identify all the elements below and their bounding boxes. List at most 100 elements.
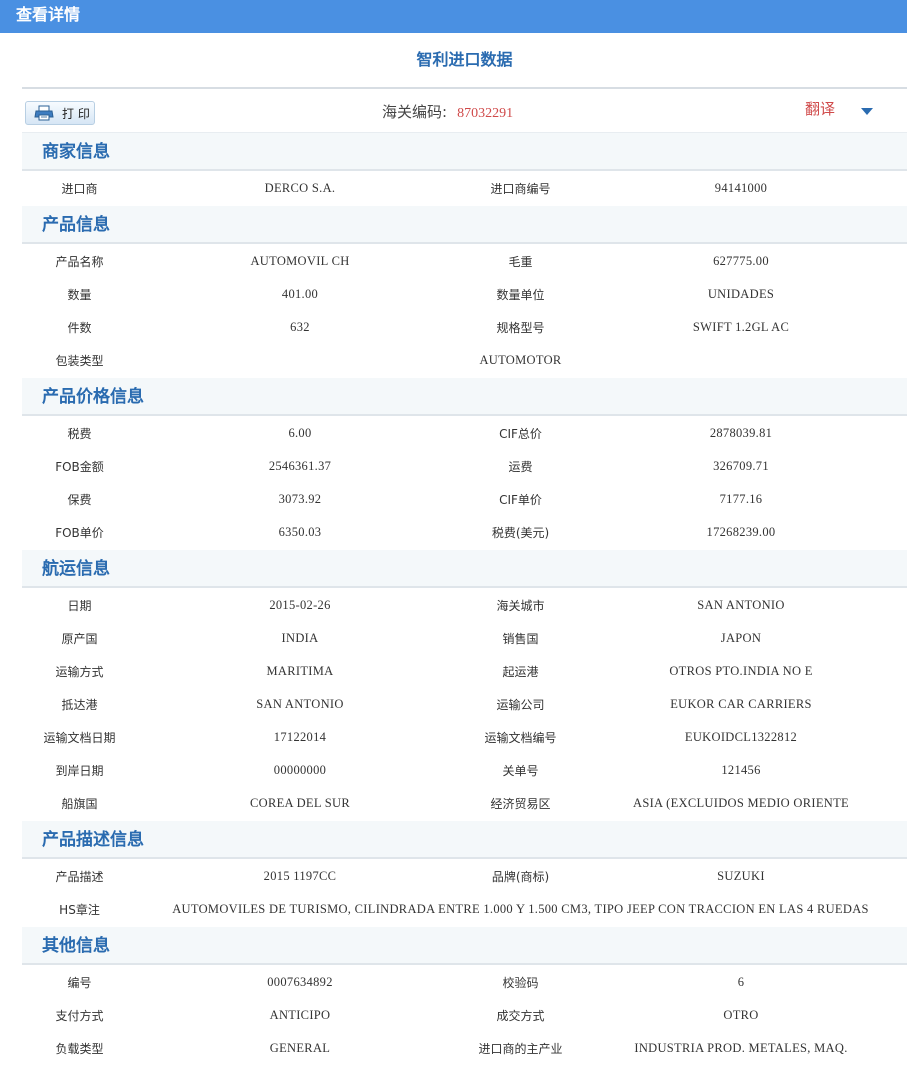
field-value: 3073.92 — [278, 492, 322, 506]
field-label: 规格型号 — [496, 321, 545, 335]
field-label: 运输文档日期 — [43, 731, 116, 745]
field-label: 件数 — [67, 321, 92, 335]
field-value: EUKOIDCL1322812 — [684, 730, 798, 744]
field-value: DERCO S.A. — [264, 181, 336, 195]
section-product-rows: 产品名称 AUTOMOVIL CH 毛重 627775.00 数量 401.00… — [22, 244, 907, 378]
field-value: SAN ANTONIO — [697, 598, 785, 612]
field-value: 7177.16 — [719, 492, 763, 506]
table-row: 船旗国 COREA DEL SUR 经济贸易区 ASIA (EXCLUIDOS … — [22, 787, 907, 820]
section-merchant-rows: 进口商 DERCO S.A. 进口商编号 94141000 — [22, 171, 907, 206]
translate-dropdown-caret-icon[interactable] — [861, 108, 873, 115]
field-value: INDIA — [281, 631, 319, 645]
table-row: 抵达港 SAN ANTONIO 运输公司 EUKOR CAR CARRIERS — [22, 688, 907, 721]
field-value: AUTOMOVILES DE TURISMO, CILINDRADA ENTRE… — [172, 902, 869, 916]
window-titlebar: 查看详情 — [0, 0, 907, 33]
field-value: UNIDADES — [707, 287, 775, 301]
field-value: 2546361.37 — [268, 459, 332, 473]
field-value: SWIFT 1.2GL AC — [692, 320, 790, 334]
field-value: 2015 1197CC — [263, 869, 337, 883]
field-label: 经济贸易区 — [490, 797, 551, 811]
field-value: 6350.03 — [278, 525, 322, 539]
field-value: ASIA (EXCLUIDOS MEDIO ORIENTE — [633, 796, 849, 810]
section-price-rows: 税费 6.00 CIF总价 2878039.81 FOB金额 2546361.3… — [22, 416, 907, 550]
field-value: JAPON — [720, 631, 762, 645]
table-row: 原产国 INDIA 销售国 JAPON — [22, 622, 907, 655]
table-row: 负载类型 GENERAL 进口商的主产业 INDUSTRIA PROD. MET… — [22, 1032, 907, 1065]
field-value: 00000000 — [273, 763, 327, 777]
field-label: 产品名称 — [55, 255, 104, 269]
field-value: SUZUKI — [717, 869, 765, 883]
table-row: 产品描述 2015 1197CC 品牌(商标) SUZUKI — [22, 860, 907, 893]
field-label: FOB单价 — [55, 526, 104, 540]
print-button[interactable]: 打 印 — [25, 101, 95, 125]
field-value: AUTOMOVIL CH — [250, 254, 350, 268]
field-value: MARITIMA — [266, 664, 334, 678]
field-label: 成交方式 — [496, 1009, 545, 1023]
field-label: FOB金额 — [55, 460, 104, 474]
field-label: 编号 — [67, 976, 92, 990]
field-value: AUTOMOTOR — [479, 353, 562, 367]
table-row: 支付方式 ANTICIPO 成交方式 OTRO — [22, 999, 907, 1032]
translate-link[interactable]: 翻译 — [805, 98, 835, 119]
field-label: HS章注 — [59, 903, 100, 917]
field-value: COREA DEL SUR — [250, 796, 350, 810]
table-row: HS章注 AUTOMOVILES DE TURISMO, CILINDRADA … — [22, 893, 907, 926]
field-value: 2878039.81 — [709, 426, 773, 440]
field-label: 日期 — [67, 599, 92, 613]
field-value: OTRO — [723, 1008, 759, 1022]
field-label: 销售国 — [502, 632, 539, 646]
table-row: 保费 3073.92 CIF单价 7177.16 — [22, 483, 907, 516]
field-value: 121456 — [721, 763, 761, 777]
table-row: 日期 2015-02-26 海关城市 SAN ANTONIO — [22, 589, 907, 622]
section-merchant-info: 商家信息 — [22, 133, 907, 171]
field-value: 2015-02-26 — [269, 598, 331, 612]
section-description-rows: 产品描述 2015 1197CC 品牌(商标) SUZUKI HS章注 AUTO… — [22, 859, 907, 927]
field-label: 毛重 — [508, 255, 533, 269]
field-value: SAN ANTONIO — [256, 697, 344, 711]
hs-code-display: 海关编码: 87032291 — [382, 101, 513, 122]
field-label: 税费(美元) — [491, 526, 550, 540]
field-label: 抵达港 — [61, 698, 98, 712]
table-row: 包装类型 AUTOMOTOR — [22, 344, 907, 377]
printer-icon — [34, 105, 54, 121]
field-label: 负载类型 — [55, 1042, 104, 1056]
table-row: 运输方式 MARITIMA 起运港 OTROS PTO.INDIA NO E — [22, 655, 907, 688]
field-label: 进口商 — [61, 182, 98, 196]
field-value: EUKOR CAR CARRIERS — [670, 697, 812, 711]
field-value: 627775.00 — [713, 254, 769, 268]
field-value: 0007634892 — [267, 975, 333, 989]
section-price-info: 产品价格信息 — [22, 378, 907, 416]
field-value: 6.00 — [288, 426, 312, 440]
field-label: 进口商的主产业 — [478, 1042, 563, 1056]
field-label: 支付方式 — [55, 1009, 104, 1023]
field-value: ANTICIPO — [269, 1008, 331, 1022]
toolbar: 打 印 海关编码: 87032291 翻译 — [22, 89, 907, 133]
field-label: 运费 — [508, 460, 533, 474]
field-value: 632 — [290, 320, 310, 334]
table-row: 税费 6.00 CIF总价 2878039.81 — [22, 417, 907, 450]
field-label: 税费 — [67, 427, 92, 441]
field-label: 海关城市 — [496, 599, 545, 613]
detail-content: 智利进口数据 打 印 海关编码: 87032291 翻译 商家信息 进口商 DER… — [22, 33, 907, 1066]
section-description-info: 产品描述信息 — [22, 821, 907, 859]
table-row: FOB单价 6350.03 税费(美元) 17268239.00 — [22, 516, 907, 549]
field-label: 进口商编号 — [490, 182, 551, 196]
field-label: 校验码 — [502, 976, 539, 990]
field-label: CIF单价 — [499, 493, 542, 507]
field-value: 17122014 — [273, 730, 327, 744]
section-other-rows: 编号 0007634892 校验码 6 支付方式 ANTICIPO 成交方式 O… — [22, 965, 907, 1066]
field-label: 数量 — [67, 288, 92, 302]
field-label: 保费 — [67, 493, 92, 507]
field-value: 401.00 — [281, 287, 319, 301]
field-label: 运输方式 — [55, 665, 104, 679]
field-label: 到岸日期 — [55, 764, 104, 778]
field-label: 关单号 — [502, 764, 539, 778]
table-row: 编号 0007634892 校验码 6 — [22, 966, 907, 999]
field-value: 326709.71 — [713, 459, 769, 473]
section-shipping-info: 航运信息 — [22, 550, 907, 588]
table-row: 件数 632 规格型号 SWIFT 1.2GL AC — [22, 311, 907, 344]
field-label: 运输公司 — [496, 698, 545, 712]
table-row: 到岸日期 00000000 关单号 121456 — [22, 754, 907, 787]
field-label: 包装类型 — [55, 354, 104, 368]
field-value: INDUSTRIA PROD. METALES, MAQ. — [634, 1041, 848, 1055]
